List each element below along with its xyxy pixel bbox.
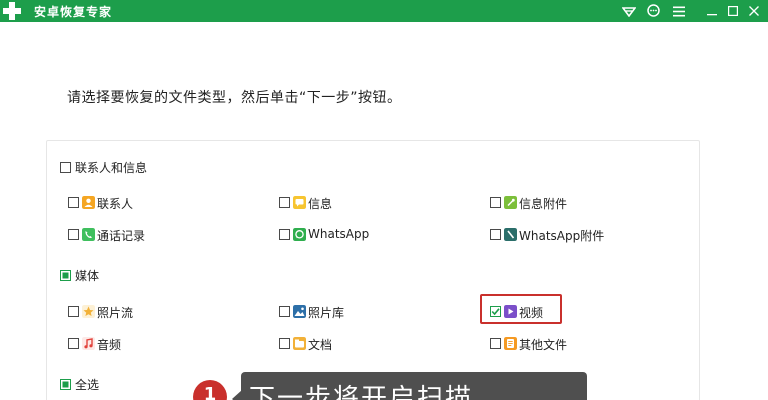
whatsapp-attachment-icon (504, 228, 517, 241)
photo-library-label: 照片库 (308, 306, 345, 320)
app-title: 安卓恢复专家 (34, 5, 113, 19)
whatsapp-checkbox[interactable] (279, 229, 290, 240)
chat-icon[interactable] (642, 0, 664, 22)
whatsapp-attachment-checkbox[interactable] (490, 229, 501, 240)
audio-icon (82, 337, 95, 350)
photo-stream-checkbox[interactable] (68, 306, 79, 317)
select-all-checkbox[interactable] (60, 379, 71, 390)
minimize-icon[interactable] (701, 0, 723, 22)
close-icon[interactable] (743, 0, 765, 22)
next-step-tooltip: 下一步将开启扫描 (241, 372, 587, 400)
contacts-group-label: 联系人和信息 (75, 161, 148, 175)
message-icon (293, 196, 306, 209)
tooltip-text: 下一步将开启扫描 (249, 384, 474, 400)
message-attachment-checkbox[interactable] (490, 197, 501, 208)
whatsapp-icon (293, 228, 306, 241)
wifi-icon[interactable] (618, 0, 640, 22)
media-group-checkbox[interactable] (60, 270, 71, 281)
contact-checkbox[interactable] (68, 197, 79, 208)
other-files-label: 其他文件 (519, 338, 568, 352)
photo-stream-label: 照片流 (97, 306, 134, 320)
call-log-checkbox[interactable] (68, 229, 79, 240)
contact-icon (82, 196, 95, 209)
phone-icon (82, 228, 95, 241)
photo-stream-icon (82, 305, 95, 318)
menu-icon[interactable] (668, 0, 690, 22)
media-group-label: 媒体 (75, 269, 100, 283)
document-icon (293, 337, 306, 350)
instruction-text: 请选择要恢复的文件类型，然后单击“下一步”按钮。 (67, 90, 402, 106)
audio-label: 音频 (97, 338, 122, 352)
whatsapp-label: WhatsApp (308, 227, 370, 241)
attachment-icon (504, 196, 517, 209)
message-checkbox[interactable] (279, 197, 290, 208)
message-attachment-label: 信息附件 (519, 197, 568, 211)
file-type-panel (46, 140, 700, 400)
app-logo-icon (3, 2, 21, 20)
photo-library-icon (293, 305, 306, 318)
document-checkbox[interactable] (279, 338, 290, 349)
whatsapp-attachment-label: WhatsApp附件 (519, 229, 605, 243)
document-label: 文档 (308, 338, 333, 352)
select-all-label: 全选 (75, 378, 100, 392)
message-label: 信息 (308, 197, 333, 211)
other-files-icon (504, 337, 517, 350)
call-log-label: 通话记录 (97, 229, 146, 243)
other-files-checkbox[interactable] (490, 338, 501, 349)
maximize-icon[interactable] (722, 0, 744, 22)
title-bar: 安卓恢复专家 (0, 0, 768, 22)
audio-checkbox[interactable] (68, 338, 79, 349)
video-highlight-box (480, 294, 562, 324)
contacts-group-checkbox[interactable] (60, 162, 71, 173)
photo-library-checkbox[interactable] (279, 306, 290, 317)
contact-label: 联系人 (97, 197, 134, 211)
